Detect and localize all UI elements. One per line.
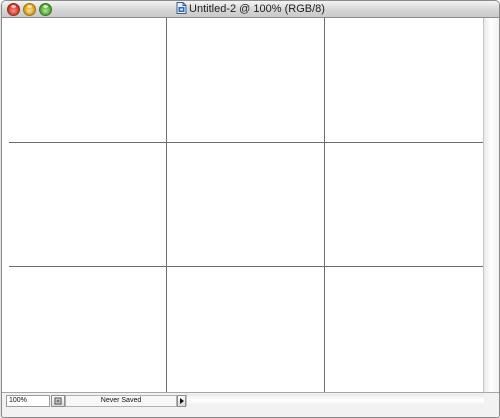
horizontal-guide[interactable] [9,266,483,267]
document-status-button[interactable] [51,395,65,407]
vertical-guide[interactable] [324,18,325,392]
window-title: Untitled-2 @ 100% (RGB/8) [2,2,499,16]
info-menu-arrow-icon[interactable] [177,395,186,407]
vertical-guide[interactable] [166,18,167,392]
document-canvas[interactable] [9,18,483,392]
title-bar[interactable]: Untitled-2 @ 100% (RGB/8) [2,1,499,18]
vertical-scrollbar[interactable] [483,18,499,392]
document-icon[interactable] [176,2,187,14]
document-window: Untitled-2 @ 100% (RGB/8) 100% Never Sav… [1,0,500,418]
zoom-level-field[interactable]: 100% [6,395,50,407]
window-title-text: Untitled-2 @ 100% (RGB/8) [189,3,325,15]
document-info-text: Never Saved [65,395,177,407]
status-bar: 100% Never Saved [2,392,499,417]
document-status-icon [54,397,62,405]
horizontal-guide[interactable] [9,142,483,143]
horizontal-scrollbar[interactable] [186,394,484,406]
resize-grip[interactable] [484,403,499,417]
